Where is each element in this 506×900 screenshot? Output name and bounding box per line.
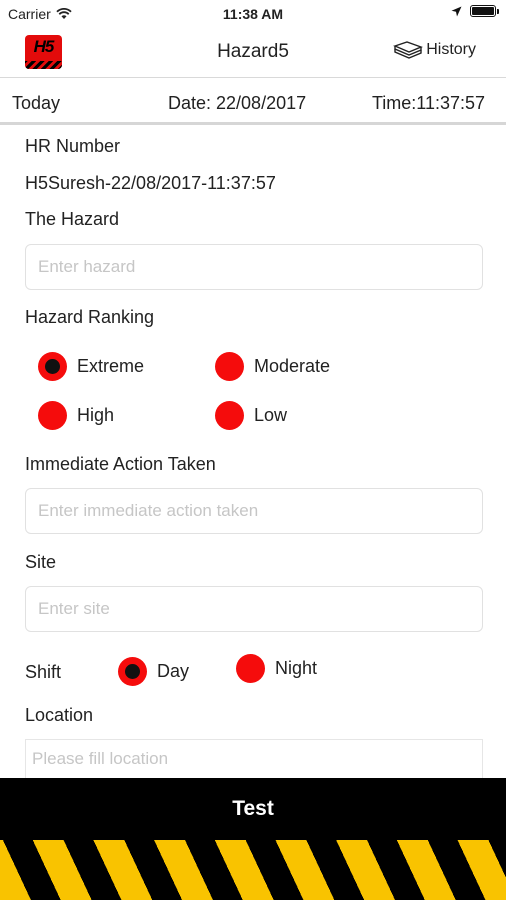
shift-label: Shift xyxy=(25,662,62,682)
immediate-action-input[interactable] xyxy=(25,488,483,534)
history-label: History xyxy=(426,41,476,58)
ranking-option-extreme[interactable]: Extreme xyxy=(38,352,144,381)
immediate-action-label: Immediate Action Taken xyxy=(25,454,216,474)
site-input[interactable] xyxy=(25,586,483,632)
hr-number-value: H5Suresh-22/08/2017-11:37:57 xyxy=(25,173,276,193)
info-bar: Today Date: 22/08/2017 Time:11:37:57 xyxy=(0,79,506,125)
time-label: Time:11:37:57 xyxy=(371,93,485,113)
radio-selected-icon xyxy=(38,352,67,381)
ranking-option-label: Moderate xyxy=(254,356,331,376)
radio-selected-icon xyxy=(118,657,147,686)
radio-unselected-icon xyxy=(215,352,244,381)
radio-unselected-icon xyxy=(38,401,67,430)
ranking-option-low[interactable]: Low xyxy=(215,401,287,430)
radio-unselected-icon xyxy=(215,401,244,430)
ranking-option-high[interactable]: High xyxy=(38,401,114,430)
location-arrow-icon xyxy=(451,6,462,16)
nav-bar: H5 Hazard5 History xyxy=(0,28,506,78)
hazard-ranking-label: Hazard Ranking xyxy=(25,307,155,327)
ranking-option-label: Low xyxy=(254,405,288,425)
shift-option-day[interactable]: Day xyxy=(118,657,189,686)
hazard-stripes-decoration xyxy=(0,840,506,900)
today-label: Today xyxy=(12,93,61,113)
shift-option-night[interactable]: Night xyxy=(236,654,317,683)
book-stack-icon xyxy=(393,41,424,59)
hazard-input[interactable] xyxy=(25,244,483,290)
history-button[interactable]: History xyxy=(393,40,476,60)
location-label: Location xyxy=(25,705,94,725)
bottom-bar: Test xyxy=(0,778,506,900)
status-bar: Carrier 11:38 AM xyxy=(0,0,506,28)
shift-option-label: Day xyxy=(157,661,190,681)
ranking-option-label: Extreme xyxy=(77,356,145,376)
status-time: 11:38 AM xyxy=(222,6,284,22)
shift-option-label: Night xyxy=(275,658,318,678)
battery-full-icon xyxy=(470,5,499,17)
radio-unselected-icon xyxy=(236,654,265,683)
site-label: Site xyxy=(25,552,57,572)
date-label: Date: 22/08/2017 xyxy=(168,93,307,113)
status-right xyxy=(451,5,499,17)
hr-number-label: HR Number xyxy=(25,136,121,156)
test-button[interactable]: Test xyxy=(0,778,506,840)
location-input[interactable] xyxy=(25,739,483,779)
hazard-label: The Hazard xyxy=(25,209,120,229)
ranking-option-moderate[interactable]: Moderate xyxy=(215,352,330,381)
ranking-option-label: High xyxy=(77,405,115,425)
